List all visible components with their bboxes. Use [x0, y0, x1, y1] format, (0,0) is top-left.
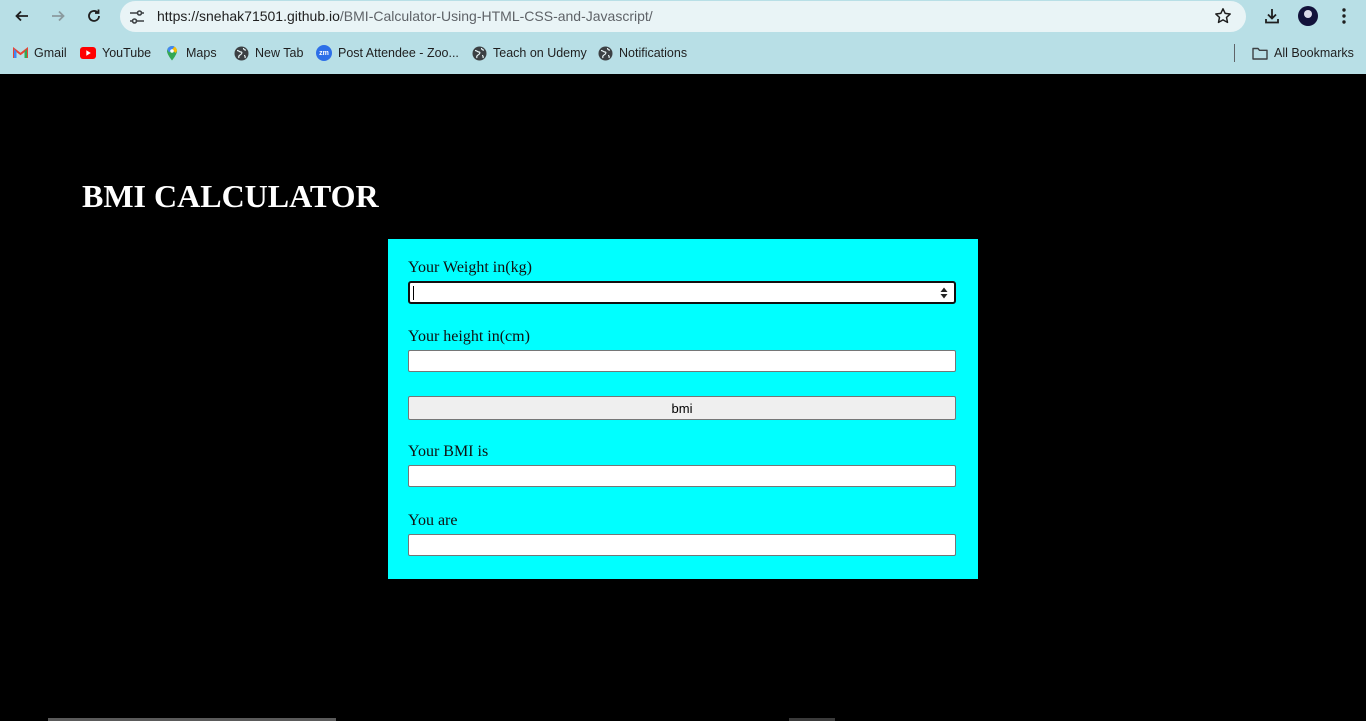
- folder-icon: [1252, 45, 1268, 61]
- bookmark-youtube[interactable]: YouTube: [80, 44, 151, 62]
- zoom-badge-text: zm: [319, 49, 329, 57]
- reload-button[interactable]: [82, 4, 106, 28]
- all-bookmarks-label: All Bookmarks: [1274, 46, 1354, 60]
- avatar: [1298, 6, 1318, 26]
- height-label: Your height in(cm): [408, 328, 530, 345]
- page-title: BMI CALCULATOR: [82, 178, 379, 214]
- bookmark-gmail[interactable]: Gmail: [12, 44, 67, 62]
- bmi-button[interactable]: bmi: [408, 396, 956, 420]
- address-bar[interactable]: https://snehak71501.github.io/BMI-Calcul…: [120, 1, 1246, 32]
- zoom-icon: zm: [316, 45, 332, 61]
- forward-arrow-icon: [52, 10, 65, 22]
- globe-icon: [597, 45, 613, 61]
- globe-icon: [471, 45, 487, 61]
- bookmark-label: Post Attendee - Zoo...: [338, 46, 459, 60]
- bookmark-star-icon[interactable]: [1214, 7, 1232, 25]
- bookmark-new-tab[interactable]: New Tab: [233, 44, 303, 62]
- weight-input[interactable]: [408, 281, 956, 304]
- reload-icon: [88, 9, 100, 22]
- globe-icon: [233, 45, 249, 61]
- url-host: https://snehak71501.github.io: [157, 8, 340, 24]
- bookmark-label: New Tab: [255, 46, 304, 60]
- number-spinner-icon[interactable]: [940, 287, 948, 299]
- bookmark-zoom[interactable]: zm Post Attendee - Zoo...: [316, 44, 459, 62]
- maps-icon: [164, 45, 180, 61]
- bookmark-maps[interactable]: Maps: [164, 44, 217, 62]
- bookmark-label: Maps: [186, 46, 217, 60]
- url-text: https://snehak71501.github.io/BMI-Calcul…: [157, 8, 653, 24]
- category-label: You are: [408, 512, 458, 529]
- youtube-icon: [80, 45, 96, 61]
- back-arrow-icon: [15, 10, 28, 22]
- url-path: /BMI-Calculator-Using-HTML-CSS-and-Javas…: [339, 8, 653, 24]
- bookmark-notifications[interactable]: Notifications: [597, 44, 687, 62]
- bmi-result-field[interactable]: [408, 465, 956, 487]
- forward-button[interactable]: [46, 4, 70, 28]
- browser-toolbar: https://snehak71501.github.io/BMI-Calcul…: [0, 0, 1366, 74]
- bookmark-label: Teach on Udemy: [493, 46, 587, 60]
- bookmarks-divider: [1234, 44, 1235, 62]
- back-button[interactable]: [10, 4, 34, 28]
- height-input[interactable]: [408, 350, 956, 372]
- category-field[interactable]: [408, 534, 956, 556]
- text-caret: [413, 286, 414, 300]
- result-label: Your BMI is: [408, 443, 489, 460]
- download-icon: [1265, 9, 1279, 24]
- profile-button[interactable]: [1296, 4, 1320, 28]
- weight-label: Your Weight in(kg): [408, 259, 532, 276]
- downloads-button[interactable]: [1260, 4, 1284, 28]
- site-info-icon[interactable]: [128, 8, 146, 26]
- all-bookmarks-button[interactable]: All Bookmarks: [1252, 44, 1354, 62]
- more-vert-icon: [1342, 8, 1346, 24]
- bookmarks-bar: Gmail YouTube Maps New Tab zm Post Attend…: [0, 40, 1366, 66]
- gmail-icon: [12, 45, 28, 61]
- bookmark-label: Gmail: [34, 46, 67, 60]
- bookmark-teach-on-udemy[interactable]: Teach on Udemy: [471, 44, 587, 62]
- bookmark-label: YouTube: [102, 46, 152, 60]
- bmi-form-card: Your Weight in(kg) Your height in(cm) bm…: [388, 239, 978, 579]
- bookmark-label: Notifications: [619, 46, 688, 60]
- menu-button[interactable]: [1332, 4, 1356, 28]
